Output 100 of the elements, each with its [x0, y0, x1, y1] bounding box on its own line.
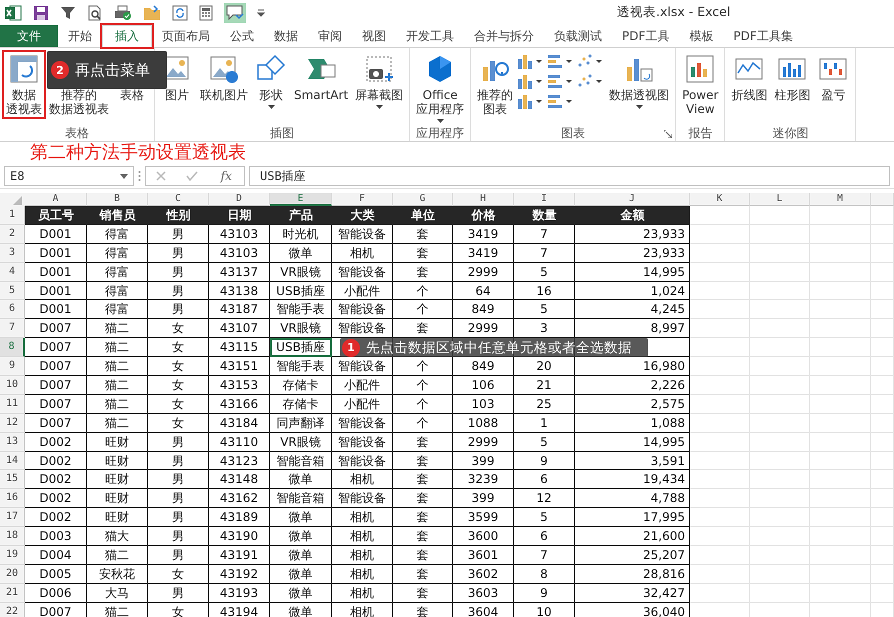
table-cell: 6: [514, 527, 575, 546]
table-cell: 旺财: [87, 470, 148, 490]
table-cell: 男: [148, 224, 209, 244]
table-cell: 大马: [87, 584, 148, 603]
table-cell: 女: [148, 376, 209, 395]
table-cell: 4,788: [575, 489, 690, 508]
table-cell: 43138: [209, 282, 270, 300]
table-cell: 1,088: [575, 414, 690, 433]
table-cell: 女: [148, 394, 209, 414]
table-cell: 小配件: [332, 282, 393, 300]
table-cell: 女: [148, 319, 209, 338]
table-cell: D005: [25, 564, 87, 584]
table-cell: 43189: [209, 508, 270, 528]
table-cell: 旺财: [87, 452, 148, 470]
table-cell: 套: [393, 244, 453, 263]
group-label: 图表: [561, 125, 586, 142]
table-cell: 猫二: [87, 376, 148, 395]
table-cell: D007: [25, 602, 87, 617]
table-cell: 12: [514, 489, 575, 508]
table-cell: 43110: [209, 432, 270, 452]
table-cell: 套: [393, 508, 453, 528]
table-cell: 个: [393, 394, 453, 414]
table-cell: 相机: [332, 584, 393, 603]
table-cell: 7: [514, 244, 575, 263]
table-cell: 3600: [453, 527, 514, 546]
table-cell: 女: [148, 602, 209, 617]
table-cell: 3239: [453, 470, 514, 490]
table-cell: 3603: [453, 584, 514, 603]
table-cell: 旺财: [87, 432, 148, 452]
table-cell: 3604: [453, 602, 514, 617]
table-cell: D006: [25, 584, 87, 603]
table-cell: 25,207: [575, 546, 690, 565]
table-cell: 4,245: [575, 300, 690, 320]
table-cell: 9: [514, 584, 575, 603]
table-cell: 43103: [209, 244, 270, 263]
table-cell: 3602: [453, 564, 514, 584]
table-cell: 微单: [270, 546, 332, 565]
table-cell: 17,995: [575, 508, 690, 528]
table-cell: 套: [393, 584, 453, 603]
table-cell: 存储卡: [270, 376, 332, 395]
table-cell: 7: [514, 546, 575, 565]
table-cell: 43137: [209, 262, 270, 282]
table-cell: 套: [393, 489, 453, 508]
table-cell: 套: [393, 470, 453, 490]
table-header-cell: 大类: [332, 206, 393, 225]
table-cell: 14,995: [575, 262, 690, 282]
table-cell: 1: [514, 414, 575, 433]
table-cell: 男: [148, 300, 209, 320]
table-cell: 3419: [453, 244, 514, 263]
table-cell: 36,040: [575, 602, 690, 617]
table-cell: 399: [453, 452, 514, 470]
table-cell: D007: [25, 319, 87, 338]
table-cell: 男: [148, 244, 209, 263]
table-cell: D002: [25, 489, 87, 508]
table-cell: 10: [514, 602, 575, 617]
table-cell: 智能设备: [332, 300, 393, 320]
table-cell: 9: [514, 452, 575, 470]
table-cell: 16: [514, 282, 575, 300]
table-cell: D003: [25, 527, 87, 546]
table-header-cell: 销售员: [87, 206, 148, 225]
table-cell: 套: [393, 224, 453, 244]
table-cell: 男: [148, 470, 209, 490]
table-cell: 5: [514, 432, 575, 452]
table-cell: 1088: [453, 414, 514, 433]
table-cell: 2,226: [575, 376, 690, 395]
table-cell: 套: [393, 546, 453, 565]
table-cell: 智能设备: [332, 452, 393, 470]
table-cell: 智能手表: [270, 300, 332, 320]
table-cell: 旺财: [87, 489, 148, 508]
table-cell: 智能音箱: [270, 489, 332, 508]
table-cell: 套: [393, 262, 453, 282]
table-cell: 微单: [270, 584, 332, 603]
table-cell: 43115: [209, 338, 270, 358]
table-cell: 相机: [332, 527, 393, 546]
table-cell: 套: [393, 432, 453, 452]
table-cell: 得富: [87, 244, 148, 263]
step-number: 2: [51, 61, 69, 79]
table-cell: 得富: [87, 300, 148, 320]
table-cell: 3419: [453, 224, 514, 244]
table-cell: 43190: [209, 527, 270, 546]
table-cell: D007: [25, 357, 87, 376]
table-cell: 相机: [332, 508, 393, 528]
table-cell: 微单: [270, 470, 332, 490]
table-header-cell: 数量: [514, 206, 575, 225]
table-cell: 2999: [453, 262, 514, 282]
table-cell: 女: [148, 414, 209, 433]
table-header-cell: 性别: [148, 206, 209, 225]
table-cell: 微单: [270, 244, 332, 263]
table-cell: 43184: [209, 414, 270, 433]
tooltip-text: 再点击菜单: [75, 60, 150, 80]
table-cell: 43162: [209, 489, 270, 508]
table-cell: 399: [453, 489, 514, 508]
table-header-cell: 产品: [270, 206, 332, 225]
table-cell: D001: [25, 244, 87, 263]
group-label: 应用程序: [416, 125, 464, 142]
table-cell: D001: [25, 300, 87, 320]
table-cell: 5: [514, 262, 575, 282]
table-cell: 得富: [87, 282, 148, 300]
table-cell: 43123: [209, 452, 270, 470]
table-cell: 3601: [453, 546, 514, 565]
